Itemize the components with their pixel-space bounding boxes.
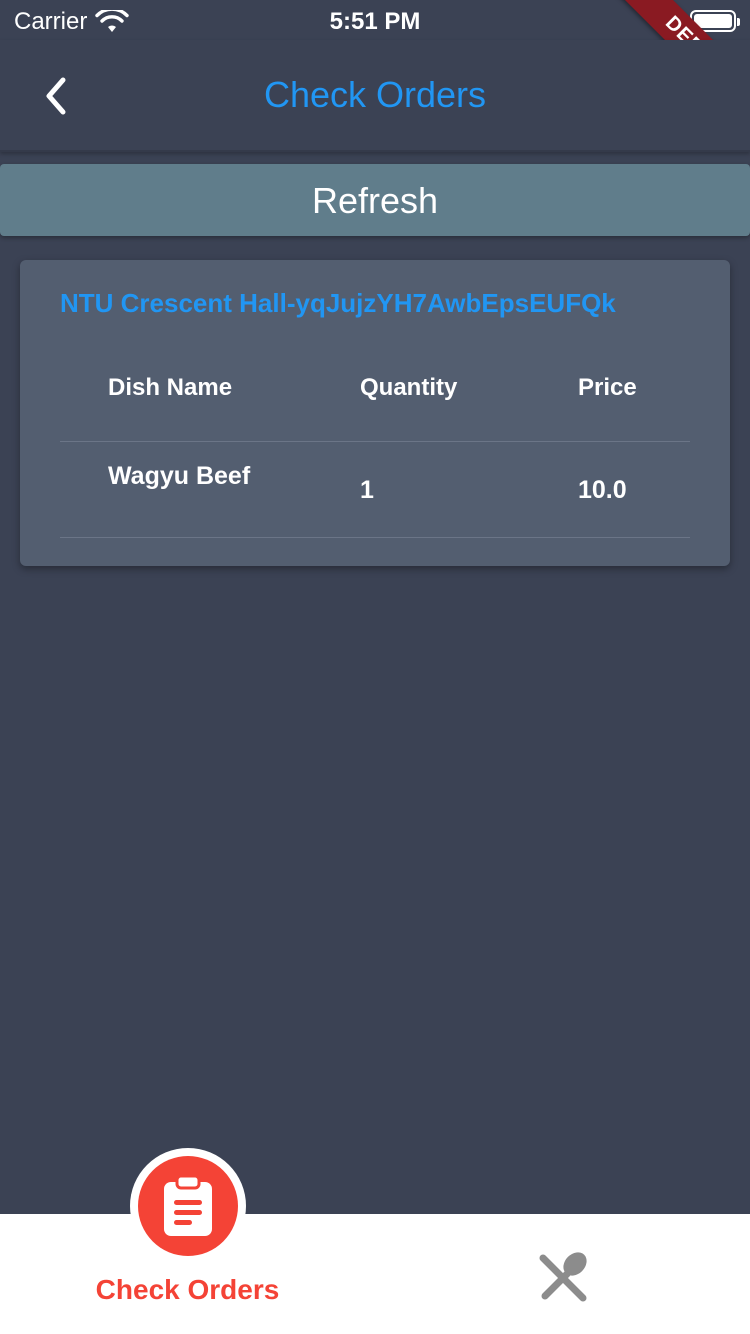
dish-name-cell: Wagyu Beef <box>108 462 251 490</box>
column-header-dish-name: Dish Name <box>108 374 233 401</box>
table-header-row: Dish Name Quantity Price <box>60 340 690 442</box>
table-row: Wagyu Beef 1 10.0 <box>60 442 690 538</box>
quantity-cell: 1 <box>360 476 374 504</box>
order-card: NTU Crescent Hall-yqJujzYH7AwbEpsEUFQk D… <box>20 260 730 566</box>
screen: Carrier 5:51 PM DEBUG Check Orders Refre… <box>0 0 750 1334</box>
bottom-nav: Check Orders <box>0 1214 750 1334</box>
clipboard-icon <box>164 1174 212 1236</box>
column-header-price: Price <box>578 374 637 401</box>
utensils-icon <box>539 1252 587 1302</box>
nav-label-check-orders: Check Orders <box>95 1274 280 1305</box>
refresh-button[interactable]: Refresh <box>0 164 750 236</box>
app-bar: Check Orders <box>0 40 750 152</box>
column-header-quantity: Quantity <box>360 374 458 401</box>
page-title: Check Orders <box>263 74 487 115</box>
check-orders-fab[interactable] <box>138 1156 238 1256</box>
price-cell: 10.0 <box>578 476 627 504</box>
order-title: NTU Crescent Hall-yqJujzYH7AwbEpsEUFQk <box>60 288 616 318</box>
nav-item-menu[interactable] <box>375 1214 750 1334</box>
order-table: Dish Name Quantity Price Wagyu Beef 1 10… <box>60 340 690 538</box>
